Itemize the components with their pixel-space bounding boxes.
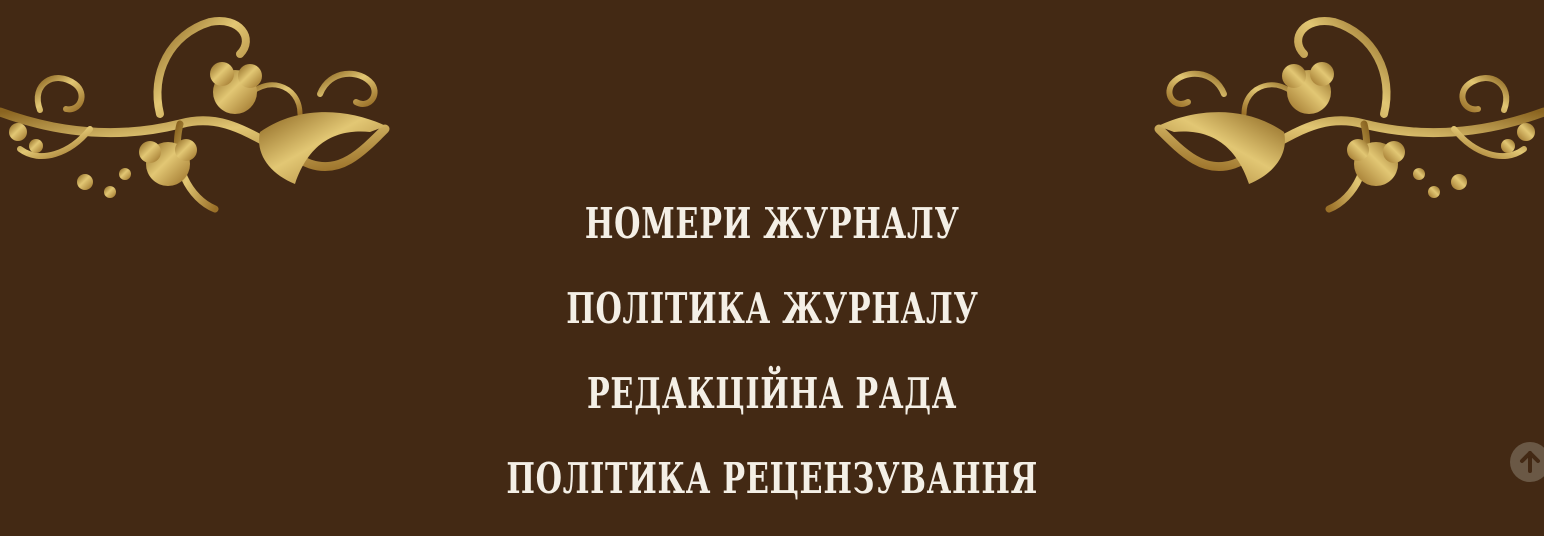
menu-link-issues[interactable]: НОМЕРИ ЖУРНАЛУ (585, 196, 960, 252)
menu-link-journal-policy[interactable]: ПОЛІТИКА ЖУРНАЛУ (566, 281, 978, 337)
ornament-left-icon (0, 17, 390, 213)
ornament-right-icon (1154, 17, 1544, 213)
menu-item-editorial-board: РЕДАКЦІЙНА РАДА (0, 366, 1544, 451)
menu-link-editorial-board[interactable]: РЕДАКЦІЙНА РАДА (587, 366, 957, 422)
menu-item-review-policy: ПОЛІТИКА РЕЦЕНЗУВАННЯ (0, 451, 1544, 536)
scroll-to-top-button[interactable] (1510, 442, 1544, 482)
menu-list: НОМЕРИ ЖУРНАЛУ ПОЛІТИКА ЖУРНАЛУ РЕДАКЦІЙ… (0, 196, 1544, 536)
menu-item-journal-policy: ПОЛІТИКА ЖУРНАЛУ (0, 281, 1544, 366)
arrow-up-icon (1520, 451, 1540, 473)
menu-link-review-policy[interactable]: ПОЛІТИКА РЕЦЕНЗУВАННЯ (506, 451, 1038, 507)
menu-item-issues: НОМЕРИ ЖУРНАЛУ (0, 196, 1544, 281)
